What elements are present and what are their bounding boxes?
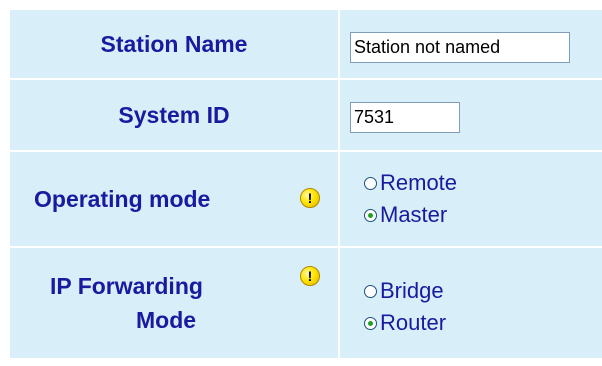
system-id-value-cell [342, 80, 602, 150]
ip-forwarding-label-line1: IP Forwarding [50, 273, 203, 299]
operating-mode-label: Operating mode [34, 186, 211, 212]
ip-forwarding-label-line2: Mode [136, 307, 197, 333]
exclamation-warning-icon: ! [300, 188, 320, 208]
operating-mode-label-cell: Operating mode ! [10, 152, 340, 246]
radio-router-circle[interactable] [364, 316, 377, 330]
system-id-row: System ID [10, 80, 602, 152]
operating-mode-value-cell: Remote Master [342, 152, 602, 246]
radio-bridge-circle[interactable] [364, 284, 377, 298]
radio-router[interactable]: Router [364, 310, 446, 336]
radio-master-label: Master [380, 202, 448, 227]
station-name-row: Station Name [10, 10, 602, 80]
station-name-value-cell [342, 10, 602, 78]
system-id-label: System ID [118, 102, 230, 128]
exclamation-warning-icon: ! [300, 266, 320, 286]
system-id-label-cell: System ID [10, 80, 340, 150]
station-name-label-cell: Station Name [10, 10, 340, 78]
operating-mode-row: Operating mode ! Remote Master [10, 152, 602, 248]
radio-bridge-label: Bridge [380, 278, 444, 303]
ip-forwarding-row: IP Forwarding Mode ! Bridge Router [10, 248, 602, 358]
radio-master[interactable]: Master [364, 202, 447, 228]
radio-router-label: Router [380, 310, 447, 335]
radio-master-circle[interactable] [364, 208, 377, 222]
station-name-input[interactable] [350, 32, 570, 63]
station-name-label: Station Name [100, 31, 248, 57]
ip-forwarding-value-cell: Bridge Router [342, 248, 602, 358]
radio-bridge[interactable]: Bridge [364, 278, 444, 304]
radio-remote[interactable]: Remote [364, 170, 457, 196]
radio-remote-label: Remote [380, 170, 458, 195]
radio-remote-circle[interactable] [364, 176, 377, 190]
system-id-input[interactable] [350, 102, 460, 133]
ip-forwarding-label-cell: IP Forwarding Mode ! [10, 248, 340, 358]
settings-table: Station Name System ID Operating mode ! … [10, 10, 602, 358]
